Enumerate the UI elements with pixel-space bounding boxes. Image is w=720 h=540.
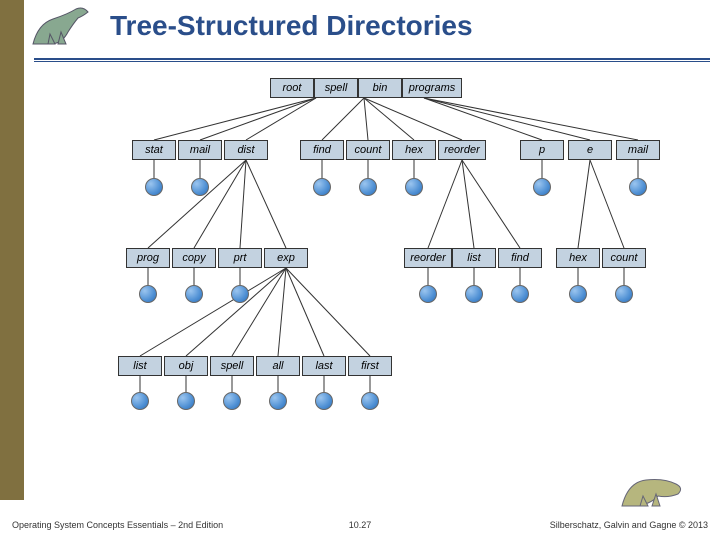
title-rule-thin: [34, 61, 710, 62]
title-rule: [34, 58, 710, 60]
page-title: Tree-Structured Directories: [110, 10, 690, 42]
file-node: [405, 178, 423, 196]
node-list2: list: [118, 356, 162, 376]
node-prog: prog: [126, 248, 170, 268]
file-node: [361, 392, 379, 410]
file-node: [313, 178, 331, 196]
node-all: all: [256, 356, 300, 376]
file-node: [315, 392, 333, 410]
tree-diagram: root spell bin programs stat mail dist f…: [112, 78, 692, 468]
node-find2: find: [498, 248, 542, 268]
dinosaur-logo-bottom: [618, 472, 688, 512]
node-mail: mail: [178, 140, 222, 160]
file-node: [615, 285, 633, 303]
file-node: [533, 178, 551, 196]
file-node: [177, 392, 195, 410]
node-find: find: [300, 140, 344, 160]
file-node: [629, 178, 647, 196]
diagram-edges: [112, 78, 692, 468]
file-node: [465, 285, 483, 303]
sidebar-band: [0, 0, 24, 500]
node-count: count: [346, 140, 390, 160]
node-programs: programs: [402, 78, 462, 98]
file-node: [145, 178, 163, 196]
node-bin: bin: [358, 78, 402, 98]
file-node: [223, 392, 241, 410]
node-e: e: [568, 140, 612, 160]
file-node: [569, 285, 587, 303]
file-node: [419, 285, 437, 303]
file-node: [231, 285, 249, 303]
slide: Tree-Structured Directories: [0, 0, 720, 540]
file-node: [185, 285, 203, 303]
node-hex2: hex: [556, 248, 600, 268]
footer-right: Silberschatz, Galvin and Gagne © 2013: [550, 520, 708, 530]
file-node: [359, 178, 377, 196]
node-p: p: [520, 140, 564, 160]
node-prt: prt: [218, 248, 262, 268]
node-hex: hex: [392, 140, 436, 160]
node-last: last: [302, 356, 346, 376]
node-stat: stat: [132, 140, 176, 160]
node-obj: obj: [164, 356, 208, 376]
node-reorder: reorder: [438, 140, 486, 160]
node-copy: copy: [172, 248, 216, 268]
node-exp: exp: [264, 248, 308, 268]
file-node: [269, 392, 287, 410]
node-root: root: [270, 78, 314, 98]
node-count2: count: [602, 248, 646, 268]
node-mail2: mail: [616, 140, 660, 160]
file-node: [139, 285, 157, 303]
node-list: list: [452, 248, 496, 268]
node-spell2: spell: [210, 356, 254, 376]
file-node: [191, 178, 209, 196]
file-node: [511, 285, 529, 303]
file-node: [131, 392, 149, 410]
node-first: first: [348, 356, 392, 376]
node-reorder2: reorder: [404, 248, 452, 268]
node-spell: spell: [314, 78, 358, 98]
dinosaur-logo-top: [28, 4, 98, 50]
node-dist: dist: [224, 140, 268, 160]
